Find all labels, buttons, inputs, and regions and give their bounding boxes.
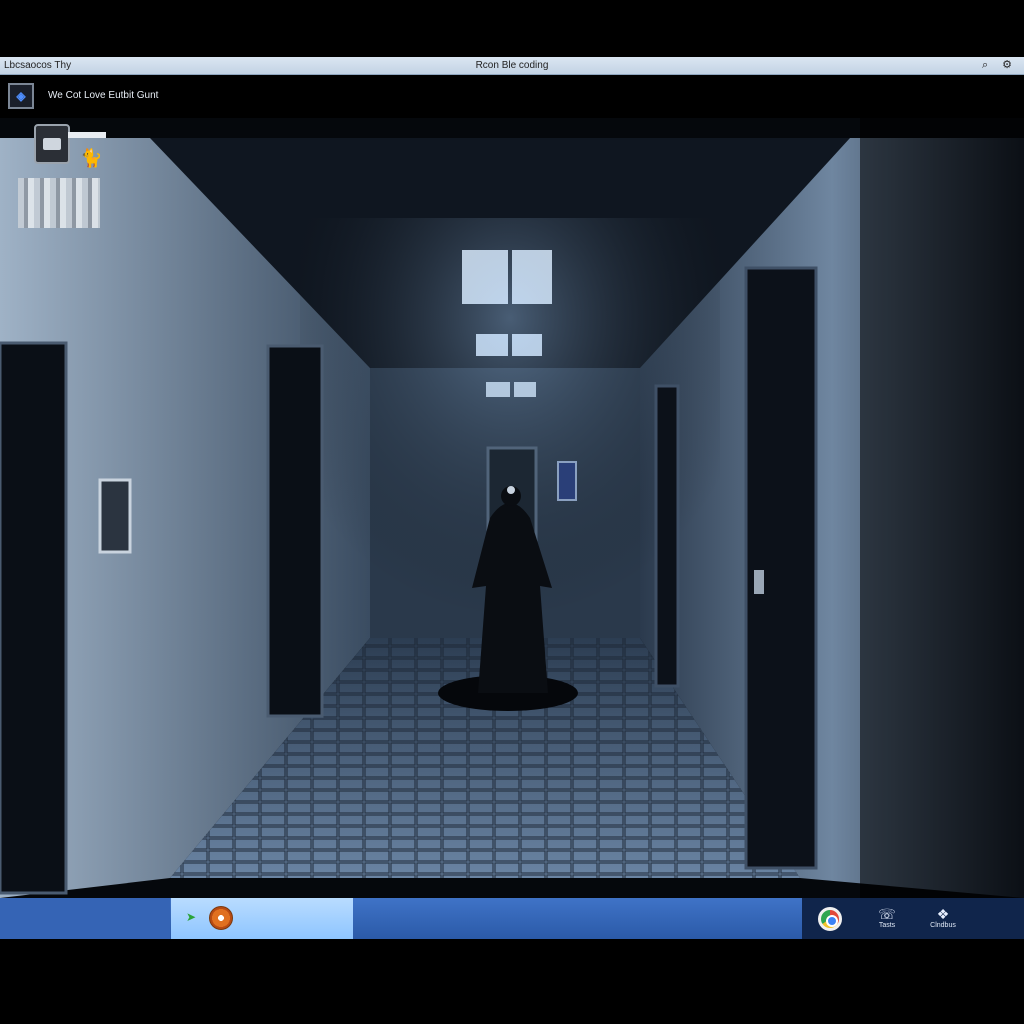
folder-icon: ❖ xyxy=(936,906,950,922)
tray-item-folder[interactable]: ❖ Clndbus xyxy=(922,906,964,929)
media-player-icon[interactable] xyxy=(209,906,233,930)
gear-icon[interactable]: ⚙ xyxy=(1002,59,1012,71)
device-icon[interactable] xyxy=(34,124,70,164)
hud-bar xyxy=(68,132,106,138)
hud-minimap[interactable] xyxy=(18,178,100,228)
window-title: Rcon Ble coding xyxy=(475,60,549,71)
tray-item-label: Tasts xyxy=(878,922,896,929)
taskbar: ➤ ☏ Tasts ❖ Clndbus xyxy=(0,898,1024,939)
tray-item-network[interactable]: ☏ Tasts xyxy=(866,906,908,929)
app-name: We Cot Love Eutbit Gunt xyxy=(48,90,159,101)
titlebar-icons: ⌕ ⚙ xyxy=(982,59,1012,71)
wall-picture xyxy=(98,478,132,554)
hud-overlay: 🐈 xyxy=(14,120,114,250)
network-icon: ☏ xyxy=(878,906,896,922)
tray-item-label: Clndbus xyxy=(930,922,956,929)
vignette-right xyxy=(860,118,1024,898)
app-header: ◈ We Cot Love Eutbit Gunt xyxy=(0,80,400,114)
search-icon[interactable]: ⌕ xyxy=(982,59,988,71)
taskbar-active-app[interactable] xyxy=(171,898,353,939)
taskbar-start-area[interactable] xyxy=(0,898,170,939)
door-handle xyxy=(754,570,764,594)
window-titlebar: Lbcsaocos Thy Rcon Ble coding ⌕ ⚙ xyxy=(0,57,1024,75)
cat-icon[interactable]: 🐈 xyxy=(80,148,102,169)
far-sign xyxy=(557,461,577,501)
game-scene[interactable] xyxy=(0,118,1024,898)
app-logo-icon[interactable]: ◈ xyxy=(8,83,34,109)
arrow-icon: ➤ xyxy=(186,910,197,924)
browser-icon[interactable] xyxy=(818,907,842,931)
